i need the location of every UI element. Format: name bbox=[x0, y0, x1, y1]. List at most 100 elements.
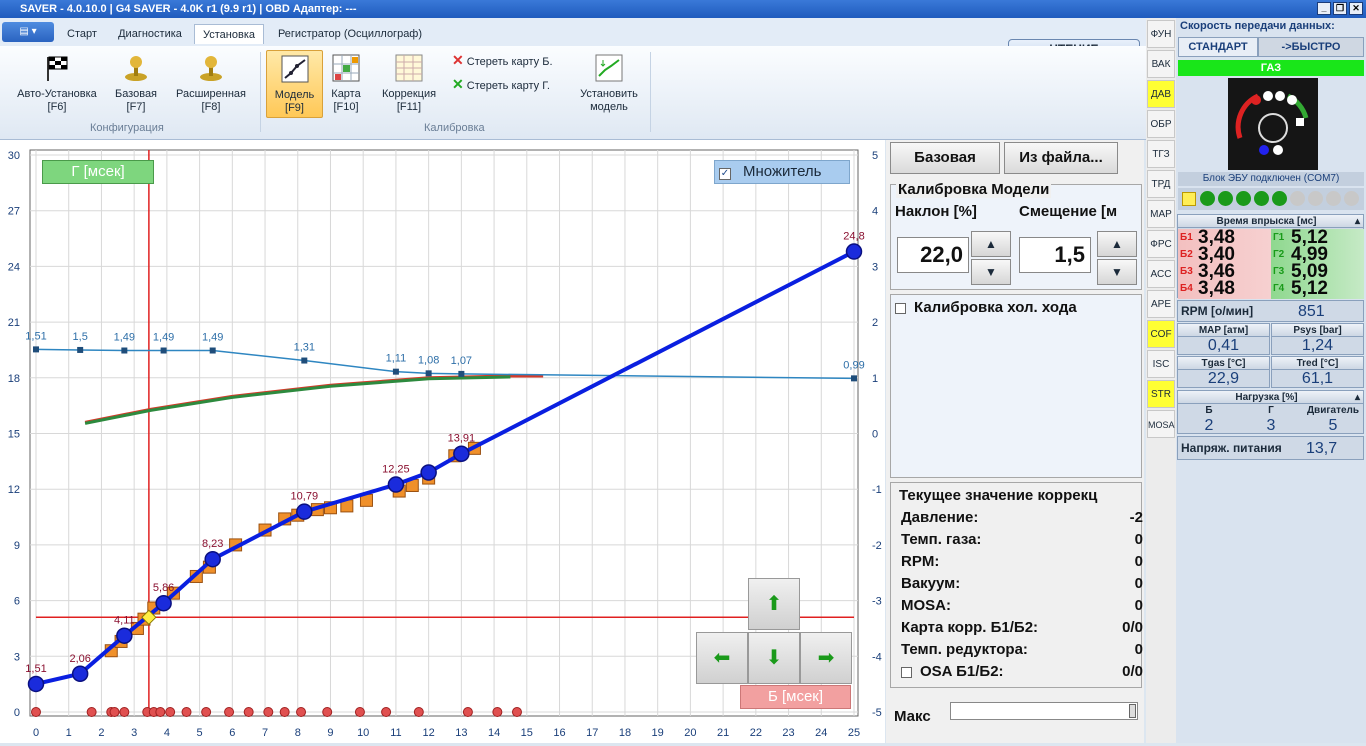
vtab-tgz[interactable]: ТГЗ bbox=[1147, 140, 1175, 168]
arrow-left-button[interactable]: ⬅ bbox=[696, 632, 748, 684]
multiplier-label: 1,51 bbox=[25, 330, 46, 342]
auto-setup-label: Авто-Установка bbox=[17, 88, 97, 100]
basic-config-button[interactable]: Базовая [F7] bbox=[108, 50, 164, 120]
vtab-trd[interactable]: ТРД bbox=[1147, 170, 1175, 198]
vtab-dav[interactable]: ДАВ bbox=[1147, 80, 1175, 108]
erase-map-b-button[interactable]: ✕ Стереть карту Б. bbox=[452, 52, 572, 70]
tab-start[interactable]: Старт bbox=[60, 24, 104, 44]
erase-map-g-button[interactable]: ✕ Стереть карту Г. bbox=[452, 77, 572, 94]
led-icon bbox=[1308, 191, 1323, 206]
psys-value: 1,24 bbox=[1301, 337, 1334, 354]
b3-label: Б3 bbox=[1180, 266, 1193, 277]
x-tick-label: 7 bbox=[262, 727, 268, 739]
multiplier-label: 1,08 bbox=[418, 354, 439, 366]
multiplier-label: Множитель bbox=[743, 163, 822, 180]
x-tick-label: 10 bbox=[357, 727, 369, 739]
load-b-label: Б bbox=[1205, 405, 1213, 416]
vtab-str[interactable]: STR bbox=[1147, 380, 1175, 408]
vtab-cof[interactable]: COF bbox=[1147, 320, 1175, 348]
max-slider[interactable] bbox=[950, 702, 1138, 720]
base-button[interactable]: Базовая bbox=[890, 142, 1000, 174]
maximize-icon[interactable]: ❐ bbox=[1333, 2, 1347, 15]
max-slider-thumb[interactable] bbox=[1129, 704, 1136, 718]
correction-value: 0 bbox=[1134, 575, 1143, 592]
idle-calibration-row[interactable]: Калибровка хол. хода bbox=[895, 299, 1077, 316]
idle-calibration-checkbox[interactable] bbox=[895, 302, 906, 314]
close-icon[interactable]: ✕ bbox=[1349, 2, 1363, 15]
x-tick-label: 14 bbox=[488, 727, 500, 739]
multiplier-point bbox=[121, 347, 128, 354]
model-point bbox=[27, 675, 45, 693]
fuel-switch-icon[interactable] bbox=[1228, 78, 1318, 170]
speed-standard-button[interactable]: СТАНДАРТ bbox=[1178, 37, 1258, 57]
collapse-icon[interactable]: ▴ bbox=[1355, 215, 1360, 228]
multiplier-checkbox[interactable]: ✓ bbox=[719, 168, 731, 180]
offset-down-button[interactable]: ▼ bbox=[1097, 259, 1137, 285]
y-tick-label: 3 bbox=[14, 651, 20, 663]
y-tick-label: 24 bbox=[8, 261, 20, 273]
slope-down-button[interactable]: ▼ bbox=[971, 259, 1011, 285]
red-cross-icon: ✕ bbox=[452, 52, 464, 68]
correction-key: [F11] bbox=[396, 101, 422, 113]
model-label: 8,23 bbox=[202, 538, 223, 550]
advanced-config-button[interactable]: Расширенная [F8] bbox=[168, 50, 254, 120]
arrow-right-button[interactable]: ➡ bbox=[800, 632, 852, 684]
led-icon bbox=[1218, 191, 1233, 206]
vtab-isc[interactable]: ISC bbox=[1147, 350, 1175, 378]
offset-input[interactable]: 1,5 bbox=[1019, 237, 1091, 273]
map-button[interactable]: Карта [F10] bbox=[326, 50, 366, 120]
vtab-obr[interactable]: ОБР bbox=[1147, 110, 1175, 138]
fuel-indicator: ГАЗ bbox=[1178, 60, 1364, 76]
map-label: MAP [атм] bbox=[1178, 324, 1269, 337]
correction-button[interactable]: Коррекция [F11] bbox=[372, 50, 446, 120]
slope-up-button[interactable]: ▲ bbox=[971, 231, 1011, 257]
y-tick-label: 30 bbox=[8, 150, 20, 162]
vtab-mosa[interactable]: MOSA bbox=[1147, 410, 1175, 438]
offset-up-button[interactable]: ▲ bbox=[1097, 231, 1137, 257]
speed-fast-button[interactable]: ->БЫСТРО bbox=[1258, 37, 1364, 57]
tgas-label: Tgas [°C] bbox=[1178, 357, 1269, 370]
arrow-down-button[interactable]: ⬇ bbox=[748, 632, 800, 684]
model-button[interactable]: Модель [F9] bbox=[266, 50, 323, 118]
x-tick-label: 20 bbox=[684, 727, 696, 739]
arrow-up-button[interactable]: ⬆ bbox=[748, 578, 800, 630]
collapse-icon[interactable]: ▴ bbox=[1355, 391, 1360, 404]
correction-row: Карта корр. Б1/Б2: 0/0 bbox=[901, 619, 1143, 639]
multiplier-label: 1,49 bbox=[114, 332, 135, 344]
zero-point bbox=[119, 707, 130, 717]
vtab-map[interactable]: МАР bbox=[1147, 200, 1175, 228]
x-tick-label: 17 bbox=[586, 727, 598, 739]
tab-recorder[interactable]: Регистратор (Осциллограф) bbox=[268, 24, 432, 44]
tab-diagnostics[interactable]: Диагностика bbox=[108, 24, 192, 44]
minimize-icon[interactable]: _ bbox=[1317, 2, 1331, 15]
auto-setup-button[interactable]: Авто-Установка [F6] bbox=[8, 50, 106, 120]
vtab-vak[interactable]: ВАК bbox=[1147, 50, 1175, 78]
vtab-fun[interactable]: ФУН bbox=[1147, 20, 1175, 48]
from-file-button[interactable]: Из файла... bbox=[1004, 142, 1118, 174]
rpm-value: 851 bbox=[1298, 303, 1325, 320]
config-group-label: Конфигурация bbox=[90, 122, 164, 134]
tab-setup[interactable]: Установка bbox=[194, 24, 264, 44]
zero-point bbox=[296, 707, 307, 717]
install-model-button[interactable]: Установить модель bbox=[574, 50, 644, 120]
multiplier-toggle[interactable]: ✓ Множитель bbox=[714, 160, 850, 184]
vtab-acc[interactable]: АСС bbox=[1147, 260, 1175, 288]
app-menu-button[interactable]: ▤ ▾ bbox=[2, 22, 54, 42]
calibration-chart[interactable]: 0 1 2 3 4 5 6 7 8 9 10 11 12 13 14 15 16 17 18 19 20 21 22 23 24… bbox=[0, 140, 885, 743]
x-tick-label: 9 bbox=[327, 727, 333, 739]
y2-tick-label: 4 bbox=[872, 206, 878, 218]
zero-point bbox=[413, 707, 424, 717]
zero-point bbox=[354, 707, 365, 717]
multiplier-point bbox=[77, 346, 84, 353]
x-tick-label: 6 bbox=[229, 727, 235, 739]
slope-label: Наклон [%] bbox=[895, 203, 977, 220]
x-tick-label: 3 bbox=[131, 727, 137, 739]
multiplier-point bbox=[301, 357, 308, 364]
slope-input[interactable]: 22,0 bbox=[897, 237, 969, 273]
osa-checkbox[interactable] bbox=[901, 666, 912, 678]
vtab-frs[interactable]: ФРС bbox=[1147, 230, 1175, 258]
x-tick-label: 16 bbox=[553, 727, 565, 739]
vtab-ape[interactable]: АРЕ bbox=[1147, 290, 1175, 318]
idle-calibration-box: Калибровка хол. хода bbox=[890, 294, 1142, 478]
model-label: 5,86 bbox=[153, 582, 174, 594]
